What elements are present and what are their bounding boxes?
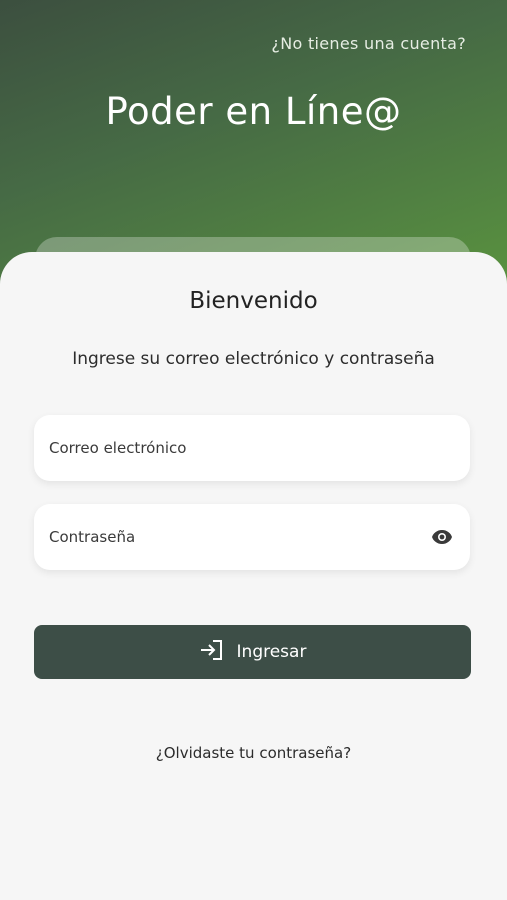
instructions-text: Ingrese su correo electrónico y contrase…: [72, 349, 435, 369]
login-screen: ¿No tienes una cuenta? Poder en Líne@ Bi…: [0, 0, 507, 900]
password-field[interactable]: [49, 528, 430, 546]
login-button[interactable]: Ingresar: [34, 625, 471, 679]
welcome-heading: Bienvenido: [189, 288, 318, 314]
forgot-password-link[interactable]: ¿Olvidaste tu contraseña?: [0, 744, 507, 762]
email-field[interactable]: [49, 439, 454, 457]
login-icon: [199, 638, 225, 667]
login-button-label: Ingresar: [236, 642, 307, 662]
eye-icon[interactable]: [430, 525, 454, 549]
signup-link[interactable]: ¿No tienes una cuenta?: [271, 34, 466, 53]
email-field-container: [34, 415, 470, 481]
app-title: Poder en Líne@: [105, 90, 402, 133]
login-card: Bienvenido Ingrese su correo electrónico…: [0, 252, 507, 900]
password-field-container: [34, 504, 470, 570]
